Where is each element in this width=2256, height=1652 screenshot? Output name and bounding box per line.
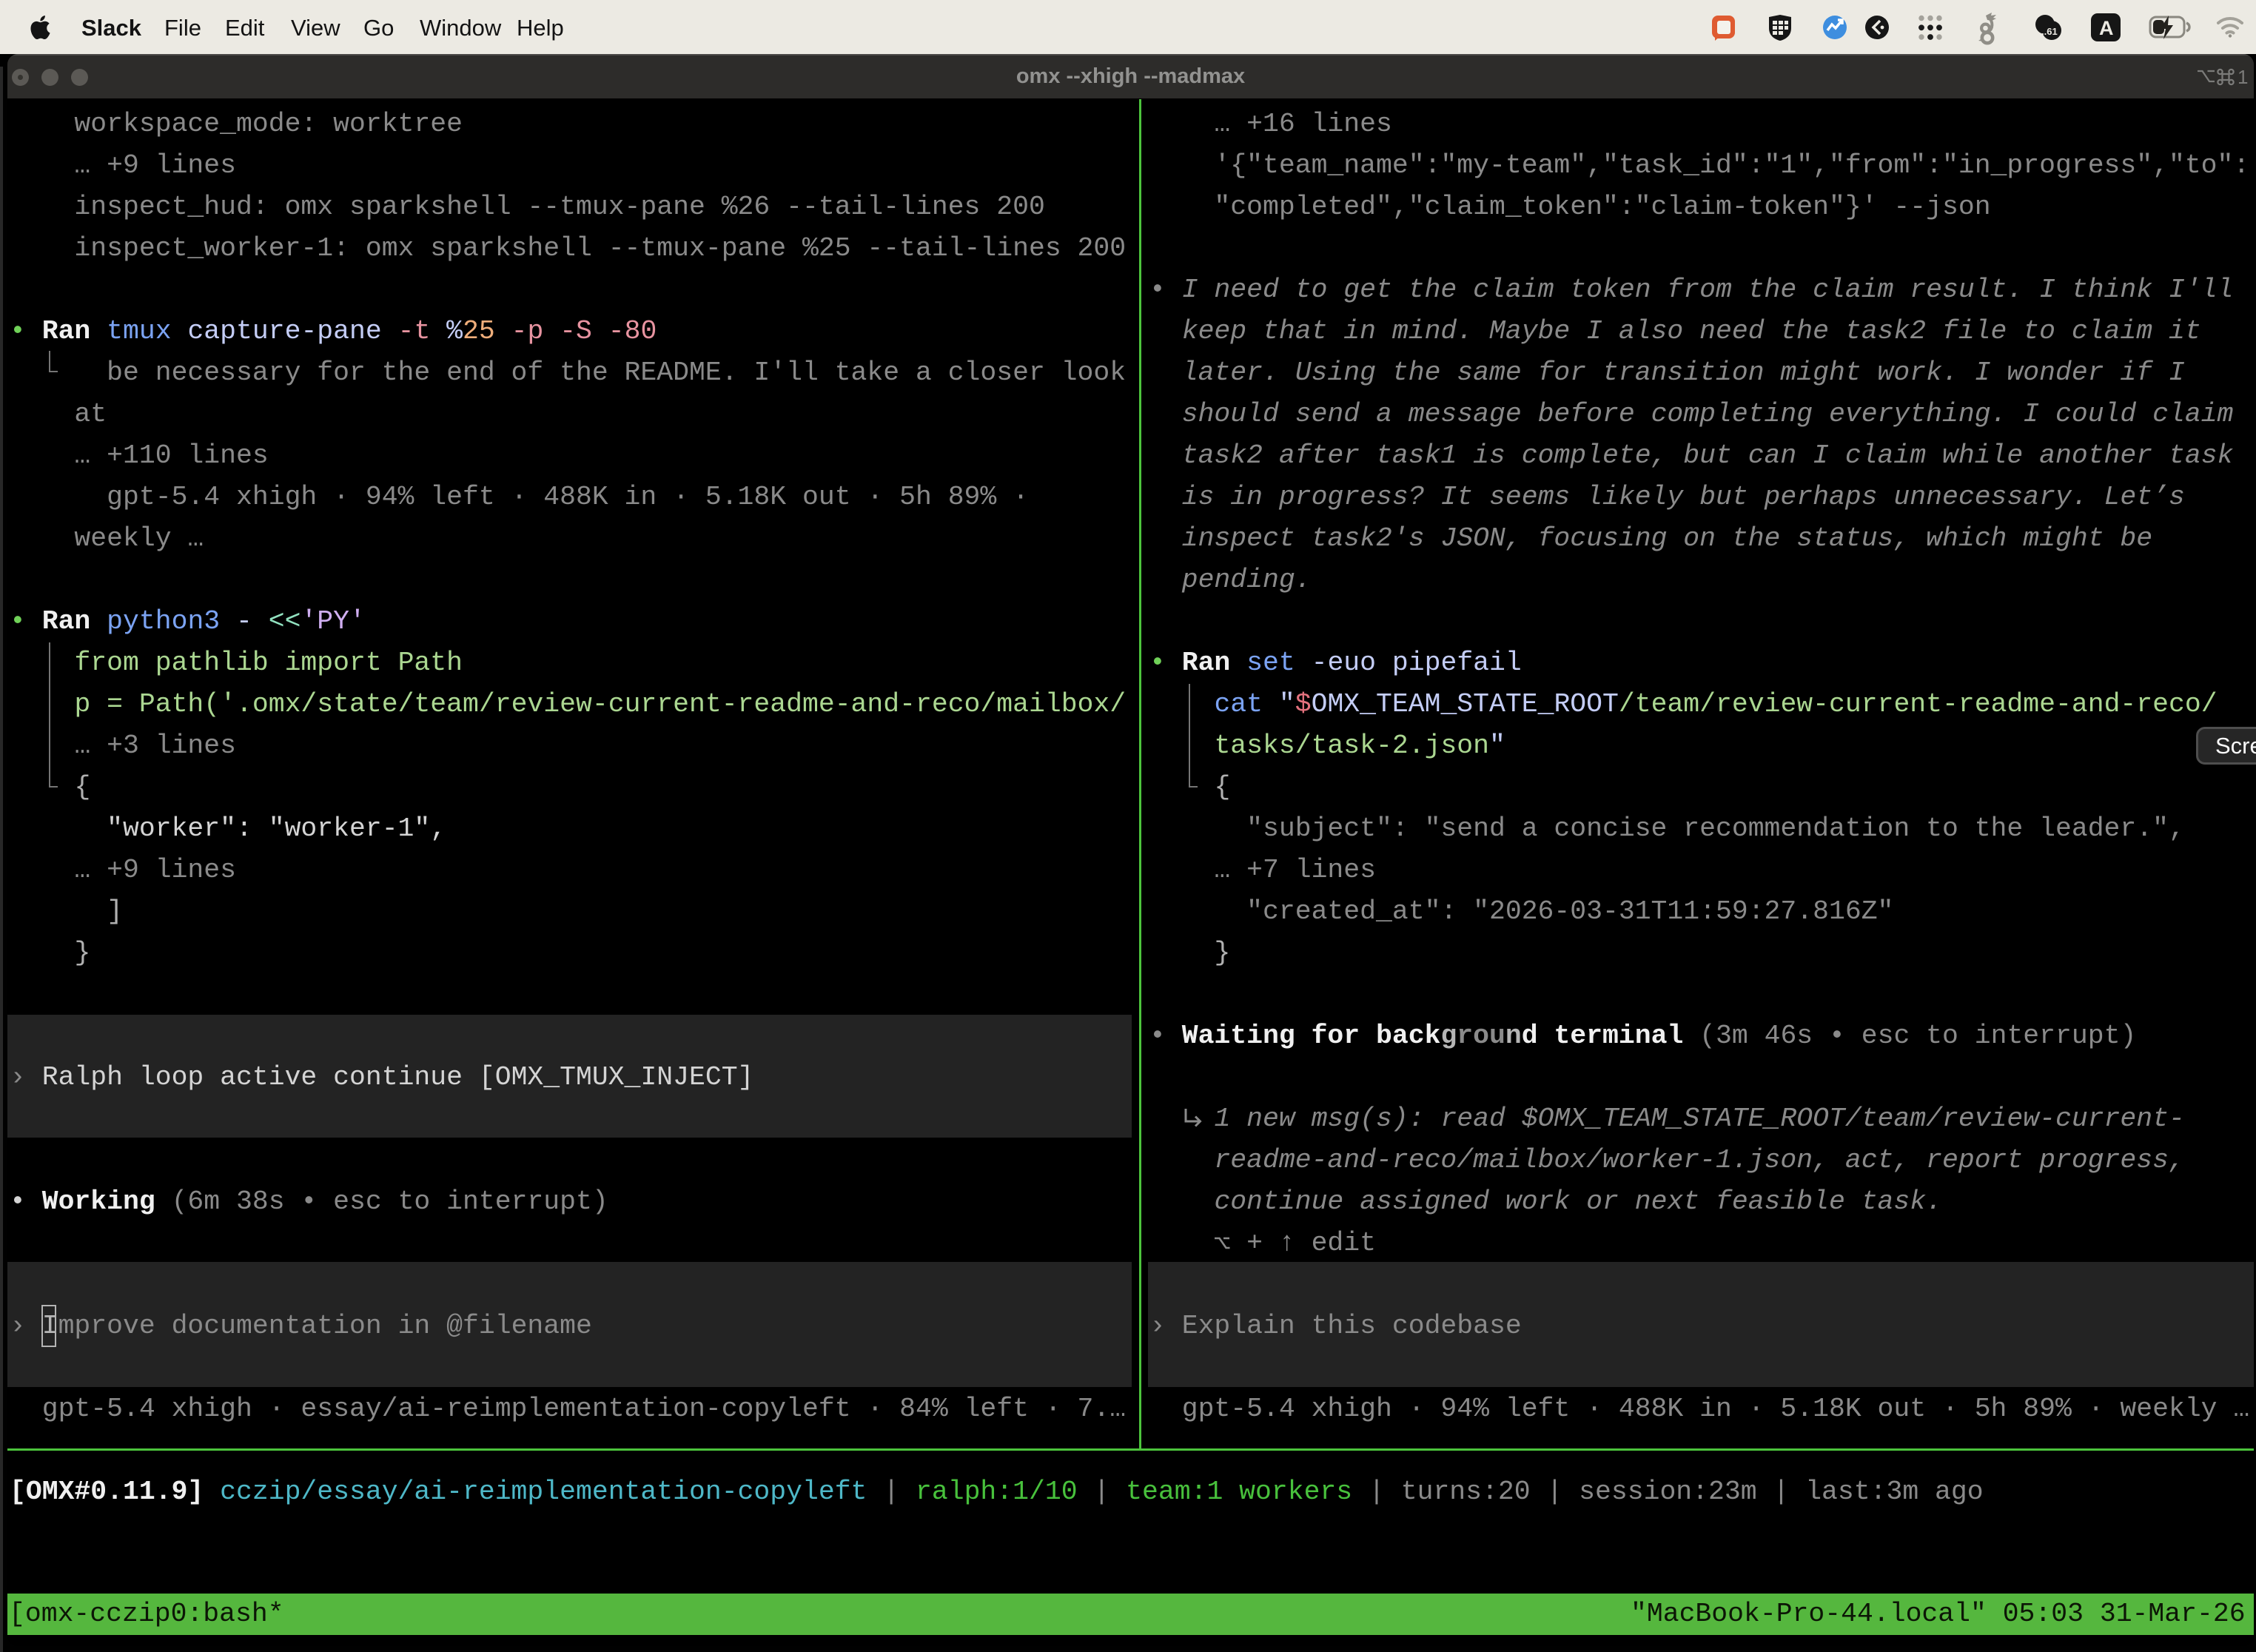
svg-text:A: A: [2099, 17, 2114, 39]
svg-text:1: 1: [2237, 67, 2248, 87]
svg-text:..61: ..61: [2041, 26, 2058, 37]
